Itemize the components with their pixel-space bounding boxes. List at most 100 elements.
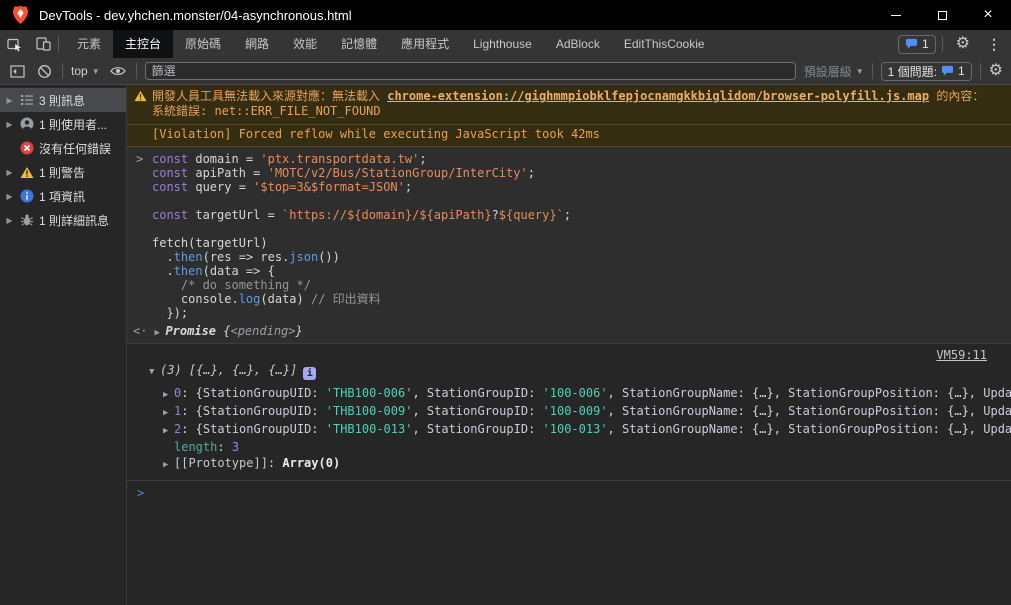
collapse-arrow-icon[interactable]: ▼: [149, 367, 160, 377]
array-preview-header[interactable]: ▼(3) [{…}, {…}, {…}] i: [149, 363, 1011, 380]
log-level-label: 預設層級: [804, 63, 852, 80]
sidebar-item[interactable]: 沒有任何錯誤: [0, 136, 126, 160]
tab-EditThisCookie[interactable]: EditThisCookie: [612, 30, 717, 58]
code-line: const targetUrl = `https://${domain}/${a…: [127, 208, 1011, 222]
speech-bubble-icon: [941, 65, 954, 77]
warning-icon: [19, 165, 34, 180]
minimize-button[interactable]: [873, 0, 919, 30]
tab-應用程式[interactable]: 應用程式: [389, 30, 461, 58]
console-settings-gear-icon[interactable]: ⚙: [989, 63, 1003, 79]
tab-效能[interactable]: 效能: [281, 30, 329, 58]
code-line: .then(res => res.json()): [127, 250, 1011, 264]
object-preview-row[interactable]: ▶[[Prototype]]: Array(0): [149, 455, 1011, 473]
expand-arrow-icon[interactable]: ▶: [5, 120, 14, 129]
devtools-tab-bar: 元素主控台原始碼網路效能記憶體應用程式LighthouseAdBlockEdit…: [0, 30, 1011, 58]
clear-console-icon[interactable]: [35, 57, 54, 85]
object-preview-row[interactable]: length: 3: [149, 439, 1011, 455]
tab-主控台[interactable]: 主控台: [113, 30, 173, 58]
device-toolbar-icon[interactable]: [29, 30, 58, 58]
error-icon: [19, 141, 34, 156]
sidebar-item-label: 1 則詳細訊息: [39, 212, 109, 229]
sidebar-item[interactable]: ▶ 1 則詳細訊息: [0, 208, 126, 232]
code-line: .then(data => {: [127, 264, 1011, 278]
tab-原始碼[interactable]: 原始碼: [173, 30, 233, 58]
console-input-echo: > const domain = 'ptx.transportdata.tw';…: [127, 147, 1011, 344]
return-value-icon: <·: [133, 324, 147, 338]
code-line: const domain = 'ptx.transportdata.tw';: [127, 152, 1011, 166]
info-icon: [19, 189, 34, 204]
source-location-link[interactable]: VM59:11: [936, 348, 987, 362]
sidebar-item-label: 1 則使用者...: [39, 116, 107, 133]
expand-arrow-icon[interactable]: ▶: [5, 96, 14, 105]
chevron-down-icon: ▼: [92, 67, 100, 76]
console-violation-message: [Violation] Forced reflow while executin…: [127, 125, 1011, 147]
live-expression-eye-icon[interactable]: [108, 57, 128, 85]
filter-input[interactable]: [145, 62, 796, 80]
sidebar-item-label: 3 則訊息: [39, 92, 85, 109]
window-title: DevTools - dev.yhchen.monster/04-asynchr…: [39, 8, 873, 23]
tab-Lighthouse[interactable]: Lighthouse: [461, 30, 544, 58]
info-badge-icon: i: [303, 367, 316, 380]
log-level-selector[interactable]: 預設層級 ▼: [804, 63, 864, 80]
expand-arrow-icon[interactable]: ▶: [154, 328, 165, 338]
sidebar-item[interactable]: ▶ 3 則訊息: [0, 88, 126, 112]
sidebar-item[interactable]: ▶ 1 則使用者...: [0, 112, 126, 136]
context-selector-label: top: [71, 64, 88, 78]
inspect-element-icon[interactable]: [0, 30, 29, 58]
brave-shield-icon: [12, 5, 29, 25]
bug-icon: [19, 213, 34, 228]
maximize-button[interactable]: [919, 0, 965, 30]
expand-arrow-icon[interactable]: ▶: [163, 423, 174, 439]
context-selector[interactable]: top ▼: [71, 64, 100, 78]
array-preview-text: (3) [{…}, {…}, {…}]: [160, 363, 297, 377]
tab-網路[interactable]: 網路: [233, 30, 281, 58]
expand-arrow-icon[interactable]: ▶: [163, 457, 174, 473]
settings-gear-icon[interactable]: ⚙: [949, 30, 977, 58]
sidebar-item-label: 沒有任何錯誤: [39, 140, 111, 157]
input-chevron-icon: >: [136, 152, 143, 166]
sidebar-item[interactable]: ▶ 1 項資訊: [0, 184, 126, 208]
console-prompt[interactable]: >: [127, 481, 1011, 500]
kebab-menu-icon[interactable]: ⋮: [983, 36, 1005, 53]
tab-元素[interactable]: 元素: [65, 30, 113, 58]
console-toolbar: top ▼ 預設層級 ▼ 1 個問題: 1 ⚙: [0, 58, 1011, 85]
warning-icon: [134, 90, 147, 106]
object-preview-row[interactable]: ▶2: {StationGroupUID: 'THB100-013', Stat…: [149, 421, 1011, 439]
code-line: [127, 194, 1011, 208]
tab-記憶體[interactable]: 記憶體: [329, 30, 389, 58]
tab-AdBlock[interactable]: AdBlock: [544, 30, 612, 58]
close-button[interactable]: ×: [965, 0, 1011, 30]
console-messages-pane: 開發人員工具無法載入來源對應：無法載入 chrome-extension://g…: [127, 85, 1011, 605]
warning-text: 開發人員工具無法載入來源對應：無法載入: [152, 89, 387, 103]
console-input-code: const domain = 'ptx.transportdata.tw';co…: [127, 152, 1011, 320]
expand-arrow-icon[interactable]: ▶: [5, 168, 14, 177]
sidebar-item-label: 1 項資訊: [39, 188, 85, 205]
sidebar-item-label: 1 則警告: [39, 164, 85, 181]
console-warning-message: 開發人員工具無法載入來源對應：無法載入 chrome-extension://g…: [127, 85, 1011, 125]
result-value: Promise {<pending>}: [165, 324, 302, 338]
console-messages-badge[interactable]: 1: [898, 35, 936, 54]
expand-arrow-icon[interactable]: ▶: [163, 405, 174, 421]
code-line: /* do something */: [127, 278, 1011, 292]
expand-arrow-icon[interactable]: ▶: [5, 192, 14, 201]
console-result-row: <· ▶Promise {<pending>}: [127, 320, 1011, 343]
console-sidebar: ▶ 3 則訊息 ▶ 1 則使用者... 沒有任何錯誤 ▶ 1 則警告 ▶ 1 項資訊 ▶ 1 則詳細…: [0, 85, 127, 605]
console-empty-area[interactable]: [127, 500, 1011, 605]
title-bar: DevTools - dev.yhchen.monster/04-asynchr…: [0, 0, 1011, 30]
issues-count: 1: [958, 64, 965, 78]
expand-arrow-icon[interactable]: ▶: [5, 216, 14, 225]
code-line: });: [127, 306, 1011, 320]
sidebar-item[interactable]: ▶ 1 則警告: [0, 160, 126, 184]
issues-badge[interactable]: 1 個問題: 1: [881, 62, 972, 81]
object-preview-row[interactable]: ▶0: {StationGroupUID: 'THB100-006', Stat…: [149, 385, 1011, 403]
divider: [58, 36, 59, 52]
console-sidebar-toggle-icon[interactable]: [8, 57, 27, 85]
expand-arrow-icon[interactable]: ▶: [163, 387, 174, 403]
source-map-link[interactable]: chrome-extension://gighmmpiobklfepjocnam…: [387, 89, 929, 103]
divider: [62, 63, 63, 79]
divider: [136, 63, 137, 79]
list-icon: [19, 93, 34, 108]
object-preview-row[interactable]: ▶1: {StationGroupUID: 'THB100-009', Stat…: [149, 403, 1011, 421]
console-log-message: VM59:11 ▼(3) [{…}, {…}, {…}] i ▶0: {Stati…: [127, 344, 1011, 481]
code-line: const apiPath = 'MOTC/v2/Bus/StationGrou…: [127, 166, 1011, 180]
